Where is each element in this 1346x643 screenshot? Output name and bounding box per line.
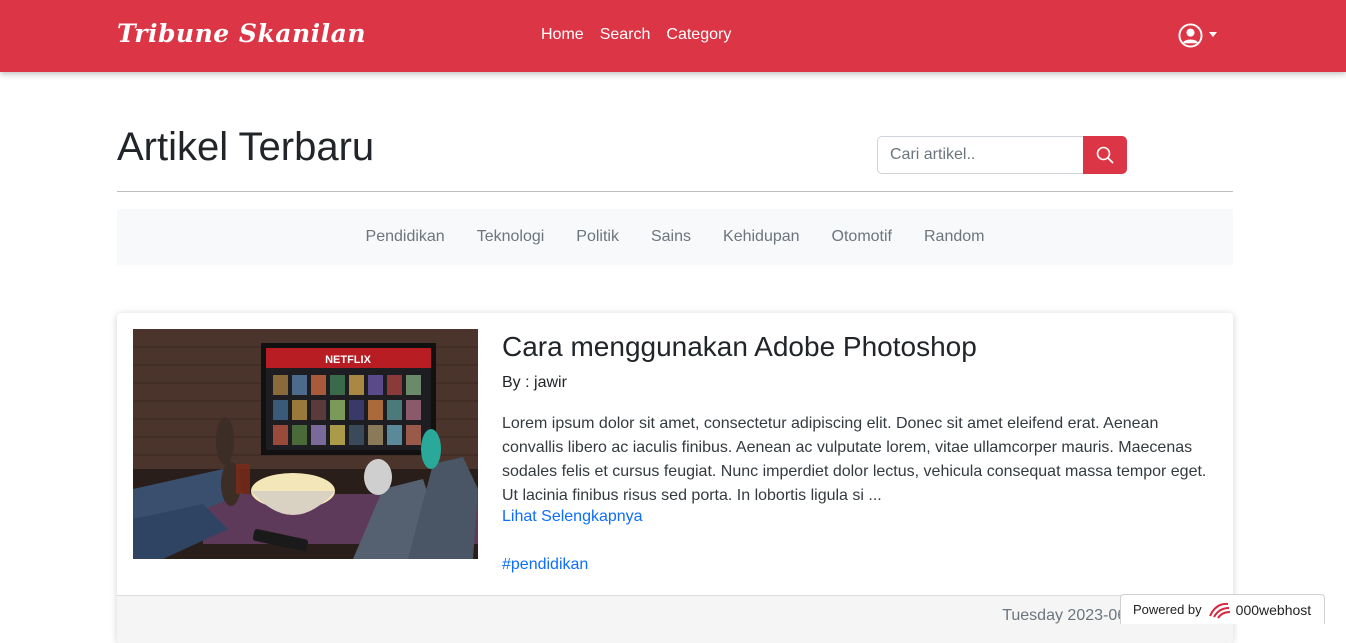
article-card: NETFLIX Cara menggunakan Adobe Photoshop… bbox=[117, 313, 1233, 643]
user-circle-icon bbox=[1178, 23, 1203, 48]
chevron-down-icon bbox=[1209, 32, 1217, 37]
nav-link-category[interactable]: Category bbox=[658, 25, 739, 45]
category-nav: Pendidikan Teknologi Politik Sains Kehid… bbox=[117, 209, 1233, 265]
category-otomotif[interactable]: Otomotif bbox=[816, 228, 908, 246]
brand-logo[interactable]: Tribune Skanilan bbox=[117, 19, 366, 48]
powered-by-badge[interactable]: Powered by 000webhost bbox=[1120, 594, 1325, 624]
article-tag[interactable]: #pendidikan bbox=[502, 556, 588, 574]
category-teknologi[interactable]: Teknologi bbox=[461, 228, 561, 246]
article-author: By : jawir bbox=[502, 374, 567, 391]
nav-link-home[interactable]: Home bbox=[533, 25, 592, 45]
category-politik[interactable]: Politik bbox=[560, 228, 635, 246]
article-thumbnail-illustration: NETFLIX bbox=[133, 329, 478, 559]
read-more-link[interactable]: Lihat Selengkapnya bbox=[502, 508, 643, 526]
category-kehidupan[interactable]: Kehidupan bbox=[707, 228, 816, 246]
user-menu-dropdown[interactable] bbox=[1178, 23, 1217, 48]
search-input[interactable] bbox=[877, 136, 1083, 174]
category-pendidikan[interactable]: Pendidikan bbox=[350, 228, 461, 246]
category-random[interactable]: Random bbox=[908, 228, 1000, 246]
netflix-logo-text: NETFLIX bbox=[325, 354, 371, 366]
search-form bbox=[877, 136, 1127, 174]
top-navbar: Tribune Skanilan Home Search Category bbox=[0, 0, 1346, 72]
nav-links: Home Search Category bbox=[533, 25, 739, 45]
page-title: Artikel Terbaru bbox=[117, 125, 375, 169]
powered-by-label: Powered by bbox=[1133, 602, 1202, 617]
article-title[interactable]: Cara menggunakan Adobe Photoshop bbox=[502, 330, 977, 364]
article-card-footer: Tuesday 2023-06-06 02:43:26 bbox=[117, 595, 1233, 643]
category-sains[interactable]: Sains bbox=[635, 228, 707, 246]
000webhost-logo-icon bbox=[1208, 602, 1230, 619]
article-excerpt: Lorem ipsum dolor sit amet, consectetur … bbox=[502, 415, 1207, 504]
powered-by-host: 000webhost bbox=[1235, 601, 1312, 618]
search-icon bbox=[1096, 146, 1114, 164]
header-divider bbox=[117, 191, 1233, 192]
nav-link-search[interactable]: Search bbox=[592, 25, 659, 45]
article-thumbnail[interactable]: NETFLIX bbox=[133, 329, 478, 559]
search-button[interactable] bbox=[1083, 136, 1127, 174]
